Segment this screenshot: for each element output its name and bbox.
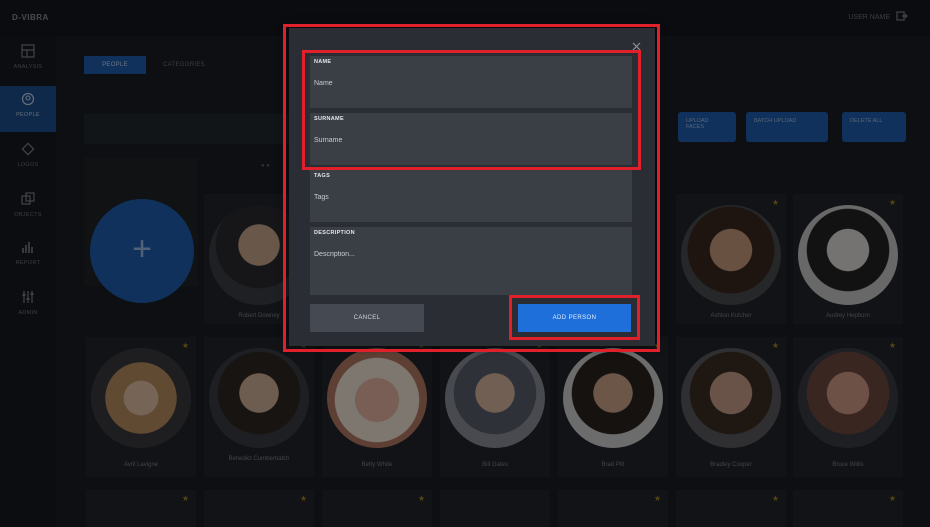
description-label: DESCRIPTION (314, 230, 355, 236)
add-person-submit-button[interactable]: ADD PERSON (518, 304, 631, 332)
surname-field: SURNAME (310, 113, 632, 165)
description-input[interactable] (314, 251, 614, 272)
cancel-button[interactable]: CANCEL (310, 304, 424, 332)
name-label: NAME (314, 59, 332, 65)
tags-label: TAGS (314, 173, 331, 179)
close-icon[interactable] (632, 42, 641, 51)
name-field: NAME (310, 56, 632, 108)
description-field: DESCRIPTION (310, 227, 632, 295)
name-input[interactable] (314, 80, 614, 87)
tags-field: TAGS (310, 170, 632, 222)
surname-input[interactable] (314, 137, 614, 144)
surname-label: SURNAME (314, 116, 344, 122)
tags-input[interactable] (314, 194, 614, 201)
